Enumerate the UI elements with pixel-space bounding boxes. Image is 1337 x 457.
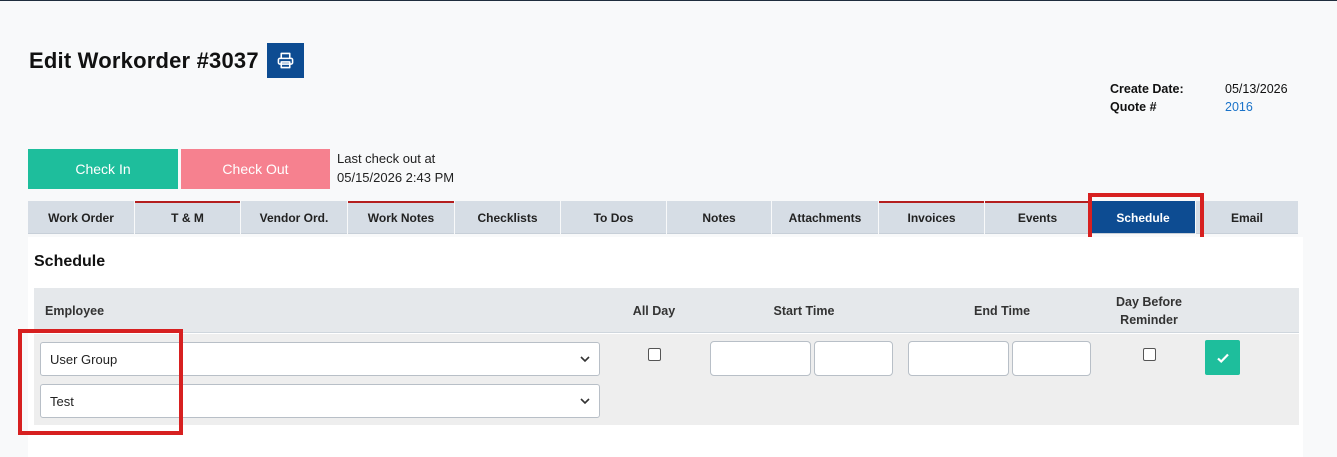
day-before-reminder-checkbox[interactable] <box>1143 348 1156 361</box>
all-day-column-header: All Day <box>632 303 676 318</box>
schedule-table-row: User Group Test <box>34 334 1299 425</box>
tab-email[interactable]: Email <box>1196 201 1298 234</box>
last-check-out-text: Last check out at 05/15/2026 2:43 PM <box>337 149 454 187</box>
tab-events[interactable]: Events <box>985 201 1090 234</box>
quote-link[interactable]: 2016 <box>1225 100 1253 114</box>
start-date-input[interactable] <box>710 341 811 376</box>
check-out-button[interactable]: Check Out <box>181 149 330 189</box>
schedule-table-header: Employee All Day Start Time End Time Day… <box>34 288 1299 333</box>
tab-notes[interactable]: Notes <box>667 201 771 234</box>
printer-icon <box>277 52 294 69</box>
check-in-button[interactable]: Check In <box>28 149 178 189</box>
end-time-column-header: End Time <box>973 303 1031 318</box>
checkmark-icon <box>1216 353 1229 363</box>
schedule-panel: Schedule Employee All Day Start Time End… <box>28 237 1303 457</box>
employee-select-highlight <box>18 329 183 435</box>
last-check-label: Last check out at <box>337 151 436 166</box>
quote-label: Quote # <box>1110 100 1157 114</box>
reminder-column-header: Day Before Reminder <box>1099 288 1199 333</box>
create-date-value: 05/13/2026 <box>1225 82 1288 96</box>
create-date-label: Create Date: <box>1110 82 1184 96</box>
employee-column-header: Employee <box>45 303 105 318</box>
end-time-input[interactable] <box>1012 341 1091 376</box>
tab-t-and-m[interactable]: T & M <box>135 201 240 234</box>
last-check-time: 05/15/2026 2:43 PM <box>337 170 455 185</box>
all-day-checkbox[interactable] <box>648 348 661 361</box>
workorder-meta: Create Date: 05/13/2026 Quote # 2016 <box>1110 80 1288 116</box>
tab-attachments[interactable]: Attachments <box>772 201 878 234</box>
tab-work-notes[interactable]: Work Notes <box>348 201 454 234</box>
title-row: Edit Workorder #3037 <box>29 43 304 78</box>
tab-invoices[interactable]: Invoices <box>879 201 984 234</box>
reminder-header-line1: Day Before <box>1116 294 1182 309</box>
chevron-down-icon <box>580 356 590 363</box>
tab-vendor-ord[interactable]: Vendor Ord. <box>241 201 347 234</box>
reminder-header-line2: Reminder <box>1120 312 1178 327</box>
save-schedule-button[interactable] <box>1205 340 1240 375</box>
tab-work-order[interactable]: Work Order <box>28 201 134 234</box>
tab-to-dos[interactable]: To Dos <box>561 201 666 234</box>
page-title: Edit Workorder #3037 <box>29 47 259 73</box>
schedule-section-title: Schedule <box>34 253 106 270</box>
tab-checklists[interactable]: Checklists <box>455 201 560 234</box>
end-date-input[interactable] <box>908 341 1009 376</box>
start-time-input[interactable] <box>814 341 893 376</box>
print-button[interactable] <box>266 43 304 78</box>
chevron-down-icon <box>580 398 590 405</box>
start-time-column-header: Start Time <box>773 303 835 318</box>
